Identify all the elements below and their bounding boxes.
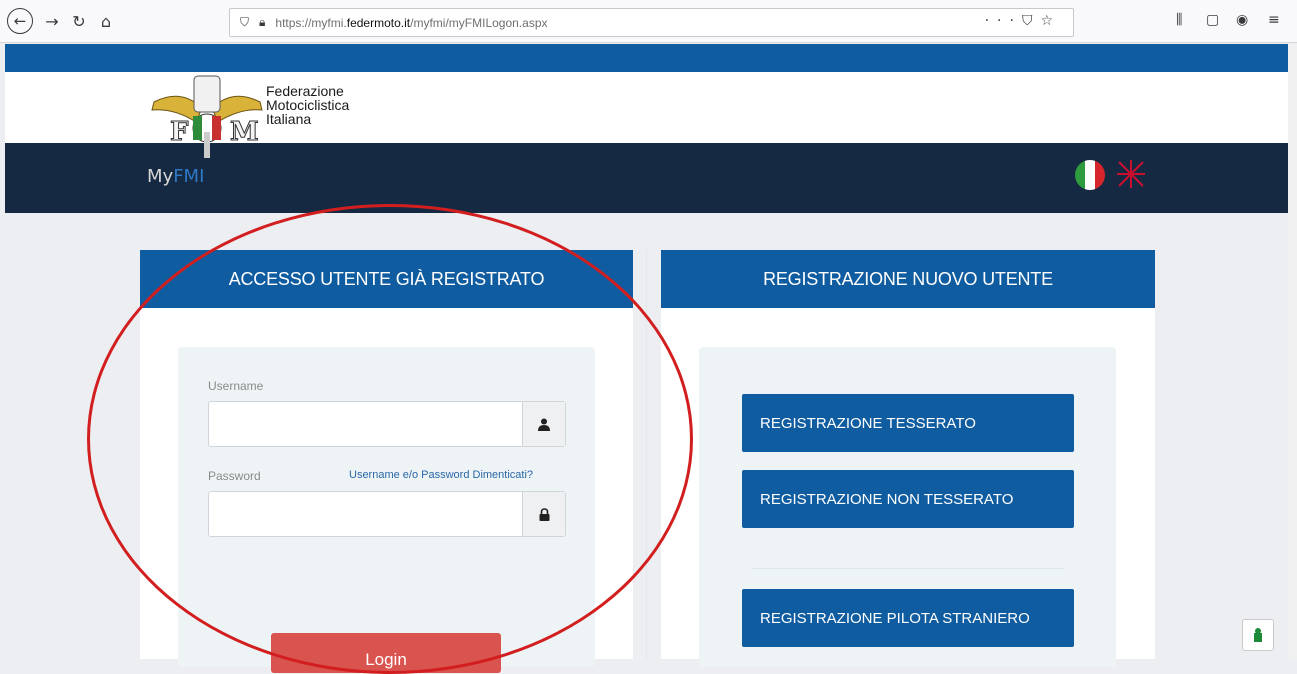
registration-options: REGISTRAZIONE TESSERATO REGISTRAZIONE NO…: [699, 347, 1116, 667]
back-arrow-icon[interactable]: ←: [7, 8, 33, 34]
password-field[interactable]: [209, 492, 529, 532]
app-name[interactable]: MyFMI: [147, 166, 204, 187]
fmi-logo-icon[interactable]: F M: [146, 70, 268, 162]
register-non-member-button[interactable]: REGISTRAZIONE NON TESSERATO: [742, 470, 1074, 528]
username-field-wrapper: [208, 401, 566, 447]
library-icon[interactable]: ⫼: [1176, 12, 1182, 28]
forgot-credentials-link[interactable]: Username e/o Password Dimenticati?: [349, 469, 533, 481]
login-button[interactable]: Login: [271, 633, 501, 673]
user-icon: [522, 402, 565, 446]
uk-flag-icon[interactable]: [1115, 158, 1147, 190]
login-panel-title: ACCESSO UTENTE GIÀ REGISTRATO: [140, 250, 633, 308]
padlock-icon[interactable]: 🔒︎: [259, 15, 265, 30]
login-panel: ACCESSO UTENTE GIÀ REGISTRATO Username P…: [140, 250, 633, 673]
lock-icon: [522, 492, 565, 536]
account-icon[interactable]: ◉: [1236, 12, 1248, 28]
reload-icon[interactable]: ↻: [66, 8, 92, 34]
registration-panel: REGISTRAZIONE NUOVO UTENTE REGISTRAZIONE…: [661, 250, 1155, 667]
password-field-wrapper: [208, 491, 566, 537]
username-label: Username: [208, 379, 264, 393]
svg-text:F: F: [170, 117, 189, 147]
menu-icon[interactable]: ≡: [1268, 12, 1280, 28]
panel-divider: [646, 250, 647, 659]
shield-icon[interactable]: ⛉: [240, 15, 249, 30]
divider: [752, 568, 1064, 569]
home-icon[interactable]: ⌂: [93, 8, 119, 34]
page-actions-icons[interactable]: ···⛉☆: [985, 13, 1061, 29]
svg-text:M: M: [230, 117, 259, 147]
sidebar-icon[interactable]: ▢: [1206, 12, 1219, 28]
login-form: Username Password Username e/o Password …: [178, 347, 595, 673]
org-name: Federazione Motociclistica Italiana: [266, 83, 350, 127]
top-accent-bar: [5, 44, 1288, 72]
scrollbar[interactable]: [1288, 44, 1297, 659]
registration-panel-title: REGISTRAZIONE NUOVO UTENTE: [661, 250, 1155, 308]
register-member-button[interactable]: REGISTRAZIONE TESSERATO: [742, 394, 1074, 452]
username-field[interactable]: [209, 402, 529, 442]
address-bar[interactable]: ⛉ 🔒︎ https://myfmi.federmoto.it/myfmi/my…: [229, 8, 1074, 37]
url-text[interactable]: https://myfmi.federmoto.it/myfmi/myFMILo…: [275, 16, 547, 30]
italian-flag-icon[interactable]: [1075, 160, 1105, 190]
register-foreign-rider-button[interactable]: REGISTRAZIONE PILOTA STRANIERO: [742, 589, 1074, 647]
forward-arrow-icon[interactable]: →: [39, 8, 65, 34]
security-badge-icon[interactable]: [1242, 619, 1274, 651]
password-label: Password: [208, 469, 261, 483]
browser-toolbar: ← → ↻ ⌂ ⛉ 🔒︎ https://myfmi.federmoto.it/…: [0, 0, 1297, 43]
